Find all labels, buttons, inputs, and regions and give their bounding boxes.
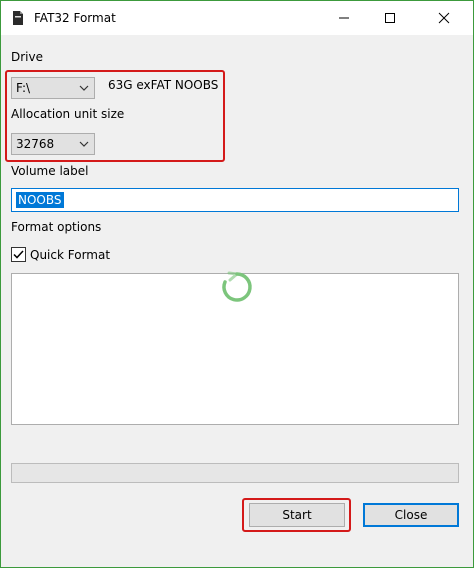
loading-spinner-icon (222, 271, 252, 302)
title-bar[interactable]: FAT32 Format (1, 1, 473, 35)
volume-label: Volume label (11, 164, 89, 178)
chevron-down-icon (79, 85, 89, 91)
minimize-icon (339, 17, 349, 19)
drive-select-value: F:\ (16, 81, 31, 95)
fat32-format-window: FAT32 Format Drive F:\ 63G exFAT NOOBS A… (0, 0, 474, 568)
start-button[interactable]: Start (249, 503, 345, 527)
minimize-button[interactable] (321, 1, 367, 35)
maximize-button[interactable] (367, 1, 413, 35)
allocation-select[interactable]: 32768 (11, 133, 95, 155)
quick-format-checkbox[interactable] (11, 247, 26, 262)
volume-label-value: NOOBS (16, 192, 64, 208)
checkmark-icon (13, 250, 24, 259)
quick-format-label[interactable]: Quick Format (30, 248, 110, 262)
window-title: FAT32 Format (34, 11, 116, 25)
status-log-area[interactable] (11, 271, 459, 425)
volume-label-input[interactable]: NOOBS (11, 188, 459, 212)
maximize-icon (385, 13, 395, 23)
allocation-select-value: 32768 (16, 137, 55, 151)
drive-select[interactable]: F:\ (11, 77, 95, 99)
close-button[interactable]: Close (363, 503, 459, 527)
close-window-button[interactable] (421, 1, 467, 35)
progress-bar (11, 463, 459, 483)
close-icon (438, 12, 450, 24)
drive-label: Drive (11, 50, 43, 64)
allocation-label: Allocation unit size (11, 107, 125, 121)
chevron-down-icon (79, 141, 89, 147)
drive-description: 63G exFAT NOOBS (108, 78, 219, 92)
app-icon (13, 11, 23, 25)
format-options-label: Format options (11, 220, 102, 234)
